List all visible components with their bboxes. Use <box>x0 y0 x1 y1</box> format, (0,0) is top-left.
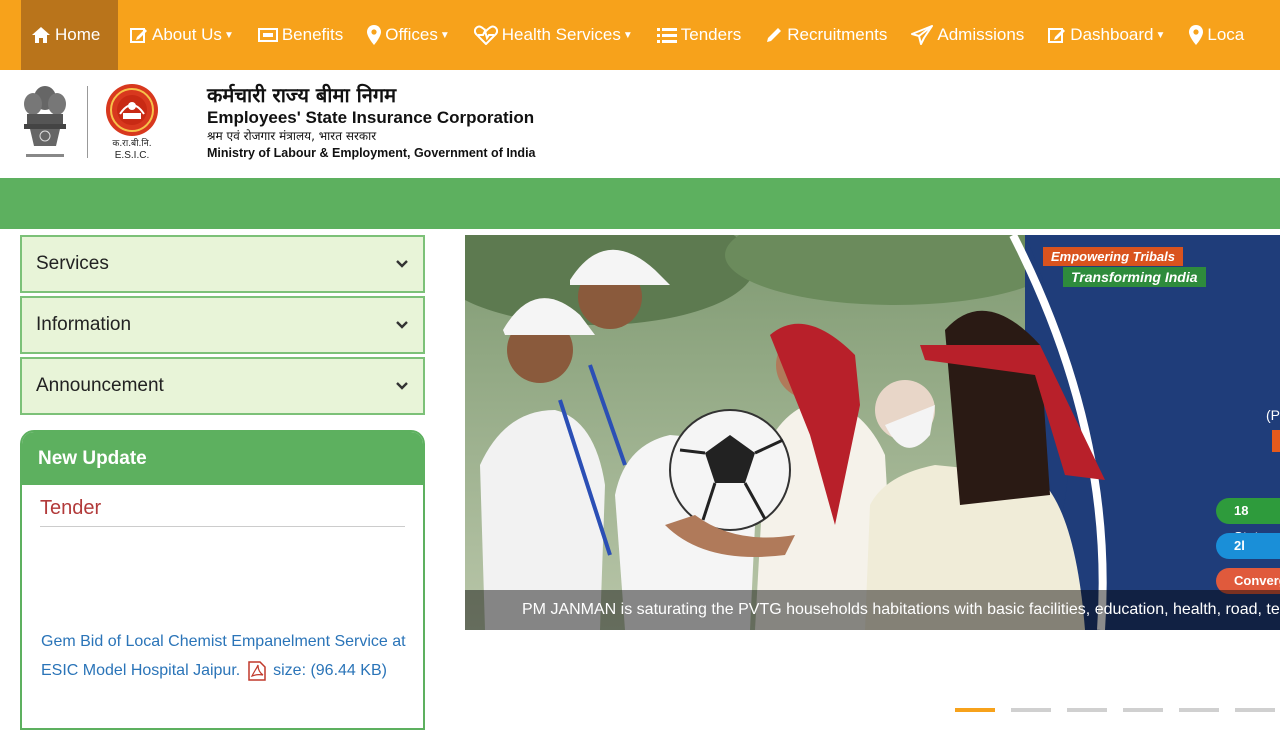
slide-orange-tag <box>1272 430 1280 452</box>
ministry-hindi: श्रम एवं रोजगार मंत्रालय, भारत सरकार <box>207 129 377 143</box>
accordion-services[interactable]: Services <box>20 235 425 293</box>
new-update-panel: New Update Tender Gem Bid of Local Chemi… <box>20 430 425 730</box>
chevron-down-icon <box>396 260 408 268</box>
edit-icon <box>130 28 147 43</box>
slide-pill-blue: 2l <box>1216 533 1280 559</box>
update-category-tender[interactable]: Tender <box>40 497 405 527</box>
nav-locate[interactable]: Loca <box>1177 0 1256 70</box>
slide-badge-transforming: Transforming India <box>1063 267 1206 287</box>
nav-dashboard-label: Dashboard <box>1070 25 1154 44</box>
accordion-announcement[interactable]: Announcement <box>20 357 425 415</box>
accordion-information[interactable]: Information <box>20 296 425 354</box>
map-marker-icon <box>367 25 382 45</box>
caret-down-icon: ▼ <box>622 29 633 41</box>
accordion-label: Services <box>36 253 109 274</box>
slider-pagination <box>955 708 1275 712</box>
slider-dot-4[interactable] <box>1123 708 1163 712</box>
chevron-down-icon <box>396 321 408 329</box>
slider-dot-3[interactable] <box>1067 708 1107 712</box>
ministry-english: Ministry of Labour & Employment, Governm… <box>207 146 536 160</box>
nav-offices-label: Offices <box>385 25 438 44</box>
nav-home-label: Home <box>55 25 101 44</box>
top-navigation: Home About Us ▼ Benefits Offices ▼ Health … <box>0 0 1280 70</box>
home-icon <box>32 27 50 43</box>
nav-tenders-label: Tenders <box>680 25 742 44</box>
esic-abbrev: क.रा.बी.नि. E.S.I.C. <box>104 138 160 162</box>
caret-down-icon: ▼ <box>439 29 450 41</box>
slider-dot-1[interactable] <box>955 708 995 712</box>
esic-abbrev-english: E.S.I.C. <box>114 150 150 161</box>
org-name-hindi: कर्मचारी राज्य बीमा निगम <box>207 83 397 107</box>
nav-recruitments-label: Recruitments <box>787 25 888 44</box>
slide-side-text: (P <box>1266 407 1280 423</box>
nav-recruitments[interactable]: Recruitments <box>753 0 899 70</box>
update-item-size: size: (96.44 KB) <box>273 662 387 679</box>
accordion-label: Information <box>36 314 132 335</box>
nav-about-us[interactable]: About Us ▼ <box>118 0 246 70</box>
esic-logo[interactable] <box>104 82 160 138</box>
nav-tenders[interactable]: Tenders <box>645 0 753 70</box>
nav-health-label: Health Services <box>501 25 621 44</box>
site-header: क.रा.बी.नि. E.S.I.C. कर्मचारी राज्य बीमा… <box>0 70 1280 178</box>
logo-divider <box>87 86 88 158</box>
paper-plane-icon <box>911 25 934 45</box>
slide-pill-states: 18 States <box>1216 498 1280 544</box>
caret-down-icon: ▼ <box>223 29 234 41</box>
national-emblem-logo[interactable] <box>18 82 72 166</box>
nav-about-label: About Us <box>152 25 222 44</box>
slider-dot-5[interactable] <box>1179 708 1219 712</box>
new-update-title: New Update <box>22 432 423 485</box>
slider-dot-2[interactable] <box>1011 708 1051 712</box>
nav-dashboard[interactable]: Dashboard ▼ <box>1036 0 1177 70</box>
pencil-icon <box>767 28 782 42</box>
nav-offices[interactable]: Offices ▼ <box>355 0 462 70</box>
org-name-english: Employees' State Insurance Corporation <box>207 108 535 127</box>
nav-health-services[interactable]: Health Services ▼ <box>462 0 645 70</box>
nav-benefits-label: Benefits <box>281 25 344 44</box>
hero-slider[interactable]: Empowering Tribals Transforming India (P… <box>465 235 1280 630</box>
nav-benefits[interactable]: Benefits <box>246 0 355 70</box>
nav-admissions[interactable]: Admissions <box>899 0 1036 70</box>
slide-image <box>465 235 1280 630</box>
caret-down-icon: ▼ <box>1155 29 1166 41</box>
accordion-label: Announcement <box>36 375 164 396</box>
chevron-down-icon <box>396 382 408 390</box>
nav-locate-label: Loca <box>1207 25 1245 44</box>
map-marker-icon <box>1189 25 1204 45</box>
edit-icon <box>1048 28 1066 43</box>
heartbeat-icon <box>473 25 498 45</box>
esic-abbrev-hindi: क.रा.बी.नि. <box>112 139 152 149</box>
slide-caption: PM JANMAN is saturating the PVTG househo… <box>465 590 1280 630</box>
money-icon <box>257 28 278 42</box>
slider-dot-6[interactable] <box>1235 708 1275 712</box>
nav-admissions-label: Admissions <box>937 25 1025 44</box>
list-icon <box>656 28 677 43</box>
pdf-icon[interactable] <box>247 661 266 681</box>
org-title-block: कर्मचारी राज्य बीमा निगम Employees' Stat… <box>207 82 536 161</box>
update-item-link[interactable]: Gem Bid of Local Chemist Empanelment Ser… <box>41 627 411 691</box>
nav-home[interactable]: Home <box>21 0 118 70</box>
green-banner-bar <box>0 178 1280 229</box>
slide-badge-empowering: Empowering Tribals <box>1043 247 1184 266</box>
